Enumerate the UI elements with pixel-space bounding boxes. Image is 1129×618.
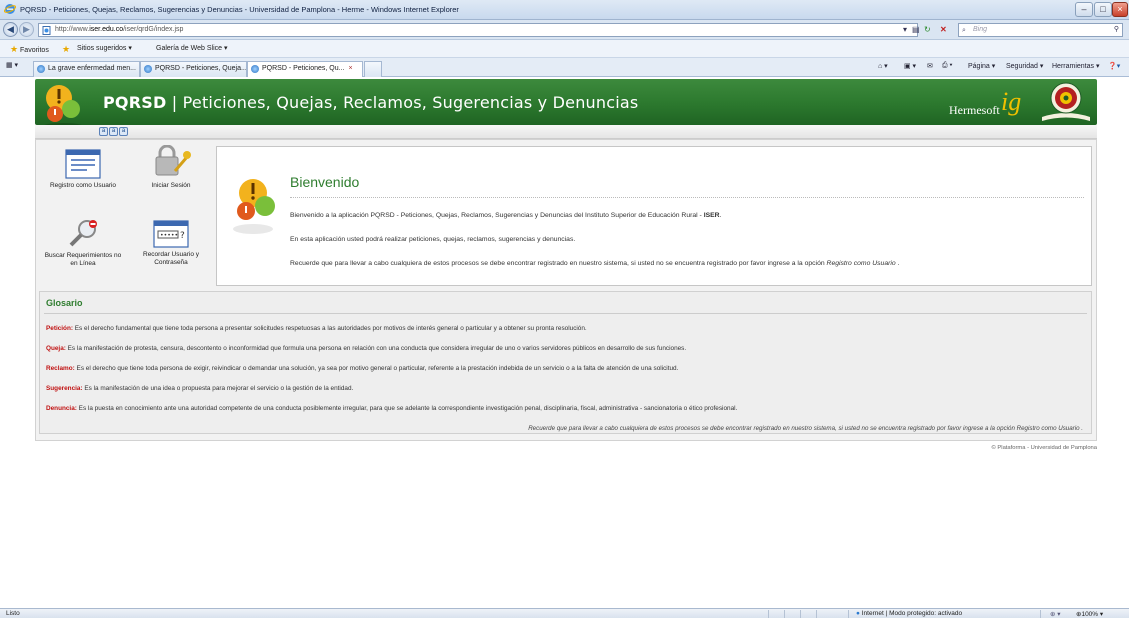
welcome-title: Bienvenido (290, 174, 360, 190)
glossary-entry-sugerencia: Sugerencia: Es la manifestación de una i… (46, 385, 354, 392)
internet-explorer-icon (4, 4, 16, 14)
address-toolbar: ◀ ▶ http://www.iser.edu.co/iser/qrdG/ind… (0, 20, 1129, 40)
page-menu[interactable]: Página ▾ (968, 62, 995, 70)
protected-mode-icon[interactable]: ⊕ ▾ (1050, 610, 1061, 618)
welcome-speech-bubbles-icon (233, 179, 275, 234)
tools-menu[interactable]: Herramientas ▾ (1052, 62, 1099, 70)
window-title: PQRSD - Peticiones, Quejas, Reclamos, Su… (20, 5, 459, 14)
padlock-key-icon (155, 145, 191, 176)
registro-usuario-link[interactable]: Registro como Usuario (40, 149, 126, 190)
page-viewport: PQRSD | Peticiones, Quejas, Reclamos, Su… (0, 77, 1129, 608)
safety-menu[interactable]: Seguridad ▾ (1006, 62, 1043, 70)
search-input[interactable]: ⌕ Bing ⚲ (958, 23, 1123, 37)
close-window-button[interactable]: × (1112, 2, 1128, 17)
url-domain: iser.edu.co (89, 26, 124, 33)
registration-form-icon (65, 149, 101, 179)
home-icon[interactable]: ⌂ ▾ (878, 62, 888, 70)
feeds-icon[interactable]: ▣ ▾ (904, 62, 916, 70)
tab-bar: ▦ ▾ La grave enfermedad men... PQRSD - P… (0, 58, 1129, 77)
back-button[interactable]: ◀ (3, 22, 18, 37)
search-go-icon[interactable]: ⚲ (1114, 24, 1119, 36)
add-favorite-icon[interactable]: ★ (62, 44, 70, 55)
address-field[interactable]: http://www.iser.edu.co/iser/qrdG/index.j… (38, 23, 918, 37)
glossary-title: Glosario (46, 298, 83, 308)
minimize-button[interactable]: – (1075, 2, 1093, 17)
glossary-entry-peticion: Petición: Es el derecho fundamental que … (46, 325, 587, 332)
svg-text:•••••: ••••• (160, 232, 178, 239)
welcome-reminder-text: Recuerde que para llevar a cabo cualquie… (290, 260, 900, 267)
mail-icon[interactable]: ✉ (927, 62, 933, 70)
font-larger-button[interactable]: a (119, 127, 128, 136)
glossary-box: Glosario Petición: Es el derecho fundame… (39, 291, 1092, 434)
font-size-toolbar: a a a (35, 125, 1097, 139)
hermesoft-ig-mark: ig (1001, 87, 1022, 116)
status-bar: Listo ● Internet | Modo protegido: activ… (0, 608, 1129, 618)
tab-pqrsd-1[interactable]: PQRSD - Peticiones, Queja... (140, 61, 247, 77)
welcome-intro-text: Bienvenido a la aplicación PQRSD - Petic… (290, 212, 722, 219)
password-window-icon: •••••? (153, 220, 189, 248)
iniciar-sesion-link[interactable]: Iniciar Sesión (128, 145, 214, 190)
window-titlebar: PQRSD - Peticiones, Quejas, Reclamos, Su… (0, 0, 1129, 20)
help-icon[interactable]: ❓▾ (1108, 62, 1120, 70)
welcome-description-text: En esta aplicación usted podrá realizar … (290, 236, 576, 243)
refresh-icon[interactable]: ↻ (924, 23, 931, 37)
favorites-bar: ★ Favoritos ★ Sitios sugeridos ▾ Galería… (0, 40, 1129, 58)
glossary-entry-queja: Queja: Es la manifestación de protesta, … (46, 345, 687, 352)
ie-page-icon (144, 65, 152, 73)
font-smaller-button[interactable]: a (99, 127, 108, 136)
close-tab-icon[interactable]: × (348, 65, 352, 72)
welcome-divider (290, 197, 1084, 198)
glossary-entry-reclamo: Reclamo: Es el derecho que tiene toda pe… (46, 365, 679, 372)
status-divider (816, 610, 817, 618)
url-prefix: http://www. (55, 26, 90, 33)
status-divider (784, 610, 785, 618)
print-icon[interactable]: ⎙ ▾ (942, 62, 953, 70)
buscar-requerimientos-link[interactable]: Buscar Requerimientos no en Línea (40, 217, 126, 268)
new-tab-button[interactable] (364, 61, 382, 77)
search-placeholder: Bing (973, 26, 988, 33)
banner-title: PQRSD | Peticiones, Quejas, Reclamos, Su… (103, 93, 639, 112)
welcome-box: Bienvenido Bienvenido a la aplicación PQ… (216, 146, 1092, 286)
recordar-usuario-link[interactable]: •••••? Recordar Usuario y Contraseña (128, 220, 214, 267)
url-path: /iser/qrdG/index.jsp (123, 26, 184, 33)
pqrsd-speech-bubbles-logo (43, 85, 83, 129)
status-divider (768, 610, 769, 618)
compatibility-view-icon[interactable]: ▤ (912, 23, 920, 37)
favorites-button[interactable]: ★ Favoritos (10, 44, 49, 55)
status-divider (1040, 610, 1041, 618)
tab-la-grave-enfermedad[interactable]: La grave enfermedad men... (33, 61, 140, 77)
globe-icon: ● (856, 610, 860, 617)
page-icon (42, 26, 51, 35)
glossary-entry-denuncia: Denuncia: Es la puesta en conocimiento a… (46, 405, 738, 412)
ie-page-icon (37, 65, 45, 73)
glossary-divider (44, 313, 1087, 314)
stop-icon[interactable]: ✕ (940, 23, 947, 37)
forward-button[interactable]: ▶ (19, 22, 34, 37)
bing-icon: ⌕ (962, 27, 966, 34)
maximize-button[interactable]: □ (1094, 2, 1112, 17)
quick-tabs-icon[interactable]: ▦ ▾ (6, 61, 18, 69)
pqrsd-banner: PQRSD | Peticiones, Quejas, Reclamos, Su… (35, 79, 1097, 129)
svg-text:?: ? (180, 231, 185, 241)
status-divider (848, 610, 849, 618)
hermesoft-logo-text: Hermesoft (949, 103, 1000, 117)
status-divider (800, 610, 801, 618)
font-normal-button[interactable]: a (109, 127, 118, 136)
suggested-sites-link[interactable]: Sitios sugeridos ▾ (77, 44, 132, 52)
ie-page-icon (251, 65, 259, 73)
platform-credit: © Plataforma - Universidad de Pamplona (991, 445, 1097, 451)
security-zone[interactable]: ● Internet | Modo protegido: activado (856, 610, 962, 617)
glossary-footer-note: Recuerde que para llevar a cabo cualquie… (528, 425, 1083, 432)
web-slice-gallery-link[interactable]: Galería de Web Slice ▾ (156, 44, 227, 52)
university-seal-logo (1042, 82, 1090, 121)
magnifier-icon (69, 220, 97, 247)
dropdown-arrow-icon[interactable]: ▾ (903, 23, 907, 37)
tab-pqrsd-active[interactable]: PQRSD - Peticiones, Qu... × (247, 61, 363, 77)
star-icon: ★ (10, 44, 19, 54)
status-text: Listo (6, 610, 20, 617)
zoom-level[interactable]: ⊕100% ▾ (1076, 610, 1103, 618)
